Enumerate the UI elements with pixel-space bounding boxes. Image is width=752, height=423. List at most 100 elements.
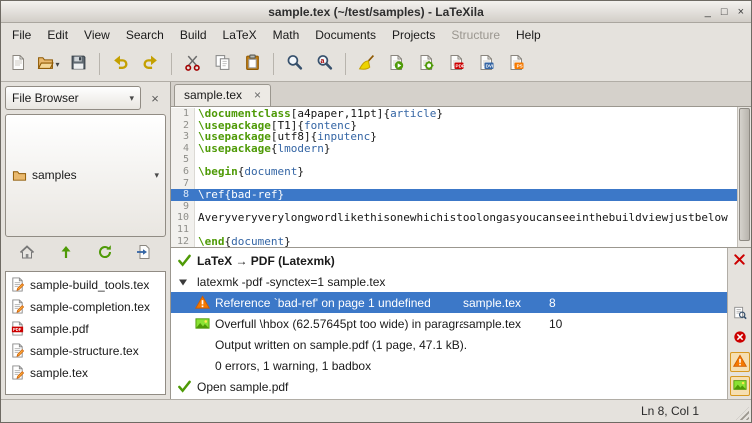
line-number: 12 [171,236,195,247]
view-ps-icon: PS [508,54,525,74]
view-dvi-button[interactable]: DVI [472,50,501,79]
parent-directory-button[interactable] [52,242,80,266]
new-document-button[interactable] [4,50,33,79]
code-text: \ref{bad-ref} [195,189,284,201]
line-number: 11 [171,224,195,236]
file-item[interactable]: sample-structure.tex [6,340,165,362]
file-item[interactable]: sample-build_tools.tex [6,274,165,296]
show-errors-button[interactable] [730,328,750,348]
clean-build-files-button[interactable] [352,50,381,79]
save-document-button[interactable] [64,50,93,79]
refresh-button[interactable] [91,242,119,266]
build-side-toolbar [727,248,751,399]
build-view: LaTeX → PDF (Latexmk)latexmk -pdf -synct… [171,247,751,399]
open-document-button[interactable]: ▾ [34,50,63,79]
show-details-button[interactable] [730,304,750,324]
menu-build[interactable]: Build [172,23,215,47]
show-badboxes-button[interactable] [730,376,750,396]
titlebar: sample.tex (~/test/samples) - LaTeXila _… [1,1,751,23]
minimize-button[interactable]: _ [705,6,711,18]
tab-sample-tex[interactable]: sample.tex × [174,84,271,106]
undo-icon [112,54,129,74]
redo-icon [142,54,159,74]
build-message[interactable]: LaTeX → PDF (Latexmk) [171,250,727,271]
menu-documents[interactable]: Documents [307,23,384,47]
code-line[interactable]: 10Averyveryverylongwordlikethisonewhichi… [171,212,737,224]
close-button[interactable]: × [738,6,744,18]
paste-button[interactable] [238,50,267,79]
line-number: 5 [171,154,195,166]
menu-search[interactable]: Search [118,23,172,47]
find-replace-button[interactable]: a [310,50,339,79]
find-button[interactable] [280,50,309,79]
undo-button[interactable] [106,50,135,79]
view-ps-button[interactable]: PS [502,50,531,79]
new-document-icon [10,54,27,74]
svg-text:PS: PS [517,64,523,69]
file-name: sample.pdf [30,322,89,336]
code-text: \end{document} [195,236,291,247]
compile-latexmk-button[interactable] [382,50,411,79]
build-message[interactable]: Overfull \hbox (62.57645pt too wide) in … [171,313,727,334]
pdf-file-icon: PDF [10,321,25,336]
code-line[interactable]: 6\begin{document} [171,166,737,178]
cut-button[interactable] [178,50,207,79]
menu-view[interactable]: View [76,23,118,47]
show-warnings-button[interactable] [730,352,750,372]
menu-file[interactable]: File [4,23,39,47]
code-text: Averyveryverylongwordlikethisonewhichist… [195,212,728,224]
status-bar: Ln 8, Col 1 [1,399,751,422]
home-button[interactable] [13,242,41,266]
line-number: 3 [171,131,195,143]
line-number: 7 [171,178,195,190]
copy-button[interactable] [208,50,237,79]
file-item[interactable]: sample-completion.tex [6,296,165,318]
resize-grip[interactable] [736,407,749,420]
editor-scrollbar-thumb[interactable] [739,108,750,241]
build-message[interactable]: Reference `bad-ref' on page 1 undefineds… [171,292,727,313]
maximize-button[interactable]: □ [721,6,728,18]
go-to-active-document-button[interactable] [130,242,158,266]
open-dropdown-arrow[interactable]: ▾ [55,60,59,69]
chevron-down-icon: ▾ [154,170,159,181]
file-item[interactable]: PDF sample.pdf [6,318,165,340]
side-panel-close-button[interactable]: × [144,86,166,110]
compile-latex-button[interactable] [412,50,441,79]
side-panel-selector-label: File Browser [12,91,79,105]
check-icon [177,253,197,268]
menu-structure[interactable]: Structure [443,23,508,47]
close-icon: × [151,91,159,106]
redo-button[interactable] [136,50,165,79]
folder-selector-label: samples [32,168,77,182]
svg-text:PDF: PDF [456,64,465,69]
tab-close-icon[interactable]: × [254,89,261,101]
code-lines[interactable]: 1\documentclass[a4paper,11pt]{article}2\… [171,107,737,247]
editor-scrollbar[interactable] [737,107,751,247]
menu-latex[interactable]: LaTeX [215,23,265,47]
close-build-view-icon [733,253,746,269]
cut-icon [184,54,201,74]
build-message[interactable]: latexmk -pdf -synctex=1 sample.tex [171,271,727,292]
cursor-position: Ln 8, Col 1 [641,404,699,418]
build-message[interactable]: Output written on sample.pdf (1 page, 47… [171,334,727,355]
build-message[interactable]: 0 errors, 1 warning, 1 badbox [171,355,727,376]
file-browser-nav [5,241,166,267]
tex-file-icon [10,343,25,358]
find-replace-icon: a [316,54,333,74]
menu-help[interactable]: Help [508,23,549,47]
code-line[interactable]: 12\end{document} [171,236,737,247]
build-message[interactable]: Open sample.pdf [171,376,727,397]
close-build-view-button[interactable] [730,251,750,271]
menu-projects[interactable]: Projects [384,23,443,47]
side-panel-selector[interactable]: File Browser ▾ [5,86,141,110]
file-item[interactable]: sample.tex [6,362,165,384]
expander-icon[interactable] [177,276,197,288]
line-number: 8 [171,189,195,201]
view-pdf-button[interactable]: PDF [442,50,471,79]
code-line[interactable]: 4\usepackage{lmodern} [171,143,737,155]
folder-selector[interactable]: samples ▾ [5,114,166,237]
code-line[interactable]: 8\ref{bad-ref} [171,189,737,201]
menu-edit[interactable]: Edit [39,23,76,47]
menu-math[interactable]: Math [265,23,308,47]
build-message-line: 10 [549,317,571,331]
